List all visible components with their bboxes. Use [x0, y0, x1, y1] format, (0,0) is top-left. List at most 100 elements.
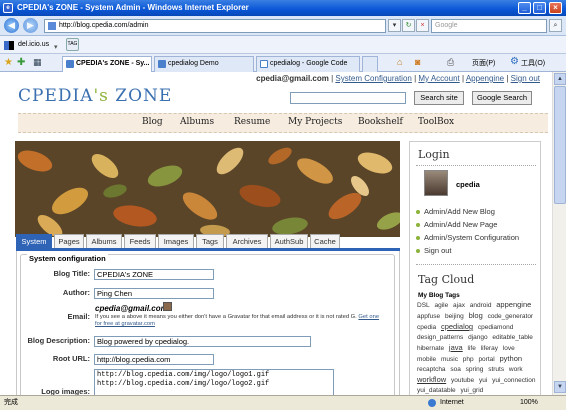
browser-tab-active[interactable]: CPEDIA's ZONE - Sy...: [62, 56, 152, 72]
tag-link[interactable]: life: [468, 345, 476, 352]
search-icon[interactable]: ⌕: [549, 19, 562, 32]
tag-link[interactable]: php: [463, 356, 474, 363]
tag-link[interactable]: love: [503, 345, 515, 352]
tab-images[interactable]: Images: [158, 234, 194, 248]
sidebar-link-system-config[interactable]: Admin/System Configuration: [416, 233, 519, 242]
tag-link[interactable]: cpediamond: [478, 324, 513, 331]
tag-link[interactable]: yui_grid: [460, 387, 483, 394]
maximize-button[interactable]: □: [533, 2, 546, 14]
stop-icon[interactable]: ×: [416, 19, 429, 32]
new-tab-button[interactable]: [362, 56, 378, 72]
tag-link[interactable]: appfuse: [417, 313, 440, 320]
address-input[interactable]: http://blog.cpedia.com/admin: [44, 19, 386, 33]
close-button[interactable]: ×: [549, 2, 562, 14]
vertical-scrollbar[interactable]: ▲ ▼: [552, 72, 566, 395]
tag-link[interactable]: soa: [450, 366, 460, 373]
blog-title-input[interactable]: CPEDIA's ZONE: [94, 269, 214, 280]
tag-link[interactable]: youtube: [451, 377, 474, 384]
tag-link[interactable]: django: [468, 334, 488, 341]
tag-link[interactable]: recaptcha: [417, 366, 446, 373]
tag-link[interactable]: spring: [466, 366, 484, 373]
tab-albums[interactable]: Albums: [86, 234, 122, 248]
sign-out-link[interactable]: Sign out: [511, 74, 540, 83]
tag-button[interactable]: TAG: [66, 38, 79, 51]
tag-link[interactable]: editable_table: [492, 334, 532, 341]
nav-bookshelf[interactable]: Bookshelf: [358, 117, 403, 127]
tab-archives[interactable]: Archives: [226, 234, 268, 248]
tag-link[interactable]: mobile: [417, 356, 436, 363]
tag-link[interactable]: liferay: [481, 345, 498, 352]
back-button[interactable]: ◀: [4, 18, 19, 33]
favorites-star-icon[interactable]: ★: [4, 57, 13, 68]
scroll-down-icon[interactable]: ▼: [554, 381, 566, 393]
browser-tab[interactable]: cpedialog - Google Code: [256, 56, 360, 72]
tag-link[interactable]: ajax: [453, 302, 465, 309]
forward-button[interactable]: ▶: [23, 18, 38, 33]
home-icon[interactable]: ⌂: [397, 57, 402, 67]
zoom-level[interactable]: 100%: [520, 396, 538, 410]
page-menu[interactable]: 页面(P): [472, 58, 495, 68]
tag-link[interactable]: yui: [479, 377, 487, 384]
tag-link[interactable]: android: [470, 302, 492, 309]
tag-link[interactable]: yui_connection: [492, 377, 535, 384]
tag-link[interactable]: code_generator: [488, 313, 534, 320]
address-dropdown[interactable]: ▾: [388, 19, 401, 32]
root-url-input[interactable]: http://blog.cpedia.com: [94, 354, 214, 365]
nav-my-projects[interactable]: My Projects: [288, 117, 342, 127]
tag-link[interactable]: appengine: [496, 300, 531, 309]
print-icon[interactable]: ⎙: [447, 57, 454, 68]
tag-link[interactable]: DSL: [417, 302, 430, 309]
tag-link[interactable]: cpedia: [417, 324, 436, 331]
blog-description-input[interactable]: Blog powered by cpedialog.: [94, 336, 311, 347]
browser-tab[interactable]: cpedialog Demo: [154, 56, 254, 72]
tag-link[interactable]: yui_datatable: [417, 387, 456, 394]
appengine-link[interactable]: Appengine: [466, 74, 504, 83]
search-input[interactable]: Google: [431, 19, 547, 33]
nav-albums[interactable]: Albums: [180, 117, 214, 127]
tag-link[interactable]: blog: [469, 311, 483, 320]
tag-link[interactable]: beijing: [445, 313, 464, 320]
tab-cache[interactable]: Cache: [310, 234, 340, 248]
tools-gear-icon[interactable]: ⚙: [510, 56, 519, 67]
nav-blog[interactable]: Blog: [142, 117, 163, 127]
refresh-icon[interactable]: ↻: [402, 19, 415, 32]
logo-text-zone: ZONE: [115, 86, 173, 106]
nav-resume[interactable]: Resume: [234, 117, 270, 127]
tag-link[interactable]: workflow: [417, 375, 446, 384]
delicious-link[interactable]: del.icio.us: [18, 36, 49, 54]
quick-tabs-icon[interactable]: ▦: [33, 57, 42, 68]
add-favorite-icon[interactable]: ✚: [17, 57, 25, 68]
tag-link[interactable]: python: [500, 354, 523, 363]
feeds-icon[interactable]: ◙: [415, 57, 420, 67]
search-site-button[interactable]: Search site: [414, 91, 464, 105]
tab-tags[interactable]: Tags: [196, 234, 224, 248]
tag-link[interactable]: agile: [434, 302, 448, 309]
scroll-up-icon[interactable]: ▲: [554, 73, 566, 85]
tag-link[interactable]: java: [449, 343, 463, 352]
nav-toolbox[interactable]: ToolBox: [418, 117, 454, 127]
tab-system[interactable]: System: [16, 234, 52, 248]
tag-link[interactable]: portal: [478, 356, 494, 363]
system-configuration-link[interactable]: System Configuration: [335, 74, 411, 83]
tag-link[interactable]: design_patterns: [417, 334, 463, 341]
tab-feeds[interactable]: Feeds: [124, 234, 156, 248]
minimize-button[interactable]: _: [518, 2, 531, 14]
google-search-button[interactable]: Google Search: [472, 91, 532, 105]
sidebar-link-sign-out[interactable]: Sign out: [416, 246, 452, 255]
scroll-thumb[interactable]: [554, 86, 566, 204]
sidebar-link-add-blog[interactable]: Admin/Add New Blog: [416, 207, 495, 216]
tag-link[interactable]: work: [509, 366, 523, 373]
tools-menu[interactable]: 工具(O): [521, 58, 545, 68]
tag-link[interactable]: struts: [488, 366, 504, 373]
sidebar-link-add-page[interactable]: Admin/Add New Page: [416, 220, 497, 229]
tab-pages[interactable]: Pages: [54, 234, 84, 248]
my-account-link[interactable]: My Account: [418, 74, 459, 83]
tag-link[interactable]: music: [441, 356, 458, 363]
site-search-input[interactable]: [290, 92, 406, 104]
logo-images-textarea[interactable]: http://blog.cpedia.com/img/logo/logo1.gi…: [94, 369, 334, 395]
author-input[interactable]: Ping Chen: [94, 288, 214, 299]
tag-link[interactable]: cpedialog: [441, 322, 473, 331]
tag-link[interactable]: hibernate: [417, 345, 444, 352]
site-logo[interactable]: CPEDIA's ZONE: [18, 86, 172, 106]
tab-authsub[interactable]: AuthSub: [270, 234, 308, 248]
